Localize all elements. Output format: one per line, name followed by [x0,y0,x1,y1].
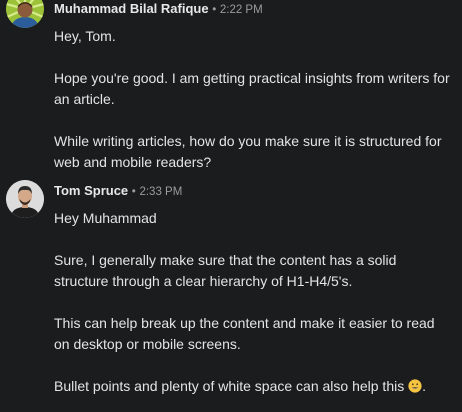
message-paragraph: Hey Muhammad [54,210,157,226]
message-text: Bullet points and plenty of white space … [54,378,405,394]
user-avatar-mbr-icon [6,0,44,28]
message-header: Tom Spruce • 2:33 PM [54,183,182,200]
separator-dot: • [131,186,136,198]
message-paragraph: This can help break up the content and m… [54,315,435,352]
avatar[interactable] [6,0,44,28]
author-name[interactable]: Muhammad Bilal Rafique [54,1,209,16]
message-paragraph: Hope you're good. I am getting practical… [54,70,450,107]
timestamp[interactable]: 2:22 PM [220,4,263,16]
separator-dot: • [212,4,217,16]
message-paragraph-last: Bullet points and plenty of white space … [54,376,454,397]
message-paragraph: While writing articles, how do you make … [54,133,442,170]
message-body: Hey, Tom. Hope you're good. I am getting… [54,26,454,173]
message-body: Hey Muhammad Sure, I generally make sure… [54,208,454,397]
message-paragraph: Sure, I generally make sure that the con… [54,252,397,289]
timestamp[interactable]: 2:33 PM [139,186,182,198]
message-paragraph: Hey, Tom. [54,28,116,44]
author-name[interactable]: Tom Spruce [54,183,128,198]
message-header: Muhammad Bilal Rafique • 2:22 PM [54,1,263,18]
grinning-face-emoji-icon [408,378,422,393]
avatar[interactable] [6,180,44,218]
user-avatar-ts-icon [6,180,44,218]
message-text-trailing: . [422,378,426,394]
